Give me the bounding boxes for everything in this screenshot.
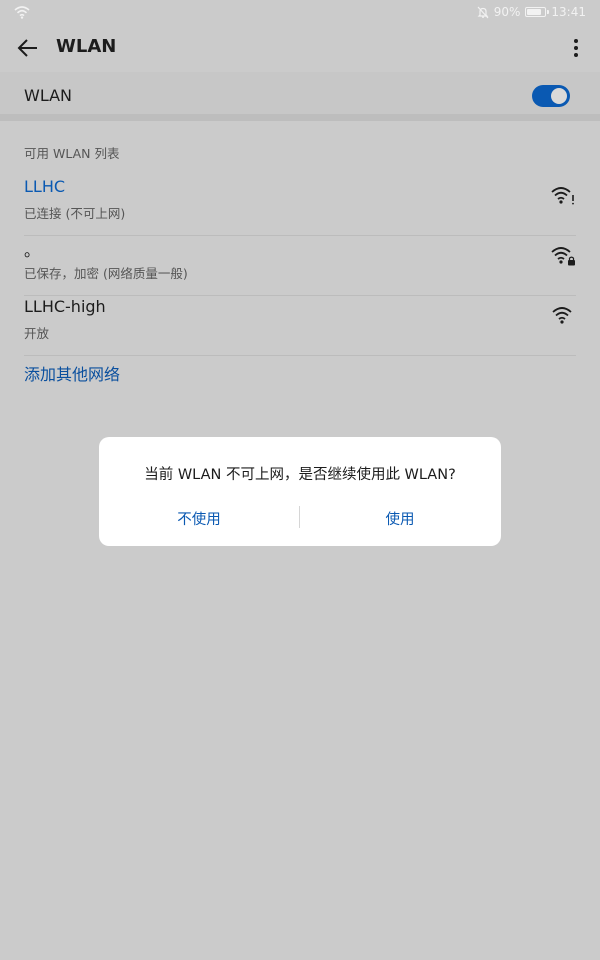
back-arrow-icon: [17, 39, 37, 57]
app-bar: WLAN: [0, 24, 600, 72]
back-button[interactable]: [12, 32, 44, 64]
network-name: 。: [24, 241, 41, 260]
more-vertical-icon: [574, 39, 578, 57]
bell-off-icon: [477, 6, 489, 18]
network-name: LLHC-high: [24, 297, 106, 316]
battery-level: [527, 9, 542, 15]
battery-icon: [525, 7, 550, 17]
status-right-group: 90% 13:41: [477, 4, 586, 20]
page-title: WLAN: [56, 36, 117, 57]
status-time: 13:41: [551, 5, 586, 19]
status-bar: 90% 13:41: [0, 0, 600, 24]
wifi-icon: [552, 307, 572, 324]
battery-percent: 90%: [493, 5, 521, 19]
wlan-switch[interactable]: [532, 85, 570, 107]
wifi-icon: [14, 6, 30, 19]
available-networks-header: 可用 WLAN 列表: [24, 146, 120, 161]
dont-use-button[interactable]: 不使用: [99, 508, 299, 529]
wifi-locked-icon: [551, 247, 575, 266]
network-status: 开放: [24, 326, 50, 341]
network-status: 已保存，加密 (网络质量一般): [24, 266, 188, 281]
network-name: LLHC: [24, 177, 66, 196]
dialog-message: 当前 WLAN 不可上网，是否继续使用此 WLAN?: [144, 467, 456, 483]
network-status: 已连接 (不可上网): [24, 206, 126, 221]
wlan-toggle-label: WLAN: [24, 86, 73, 105]
no-internet-dialog: 当前 WLAN 不可上网，是否继续使用此 WLAN? 不使用 使用: [99, 437, 501, 546]
network-item-llhc-high[interactable]: LLHC-high 开放: [24, 297, 576, 356]
use-button[interactable]: 使用: [300, 508, 500, 529]
wlan-toggle-row[interactable]: WLAN: [0, 72, 600, 121]
wifi-warning-icon: [551, 187, 574, 205]
network-item-saved[interactable]: 。 已保存，加密 (网络质量一般): [24, 237, 576, 296]
switch-knob: [551, 88, 567, 104]
wlan-settings-screen: 90% 13:41 WLAN WLAN 可用 WLAN 列表 LLHC 已连接 …: [0, 0, 600, 960]
network-item-llhc[interactable]: LLHC 已连接 (不可上网): [24, 177, 576, 236]
more-options-button[interactable]: [562, 32, 590, 64]
add-other-network-link[interactable]: 添加其他网络: [24, 361, 120, 385]
